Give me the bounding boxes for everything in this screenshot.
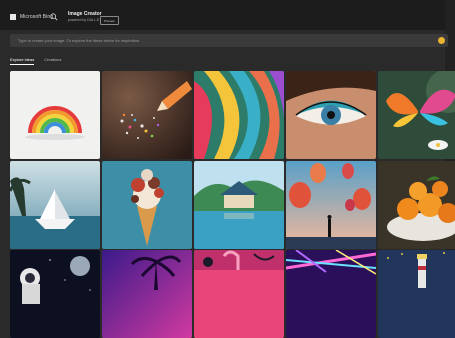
palm-sunset-image: [102, 250, 192, 338]
lake-house-image: [194, 161, 284, 249]
eye-makeup-image: [286, 71, 376, 159]
flamingo-image: [194, 250, 284, 338]
preview-badge: Preview: [100, 16, 119, 25]
brand[interactable]: Microsoft Bing: [10, 14, 53, 20]
gallery-image-paint-waves[interactable]: [194, 71, 284, 159]
top-bar: Microsoft Bing Image Creator powered by …: [0, 0, 455, 30]
astronaut-image: [10, 250, 100, 338]
boost-coin-icon[interactable]: [438, 37, 445, 44]
tab-explore-ideas[interactable]: Explore ideas: [10, 57, 35, 65]
gallery-image-flamingo[interactable]: [194, 250, 284, 338]
prompt-placeholder: Type to create your image. Or explore th…: [18, 38, 141, 43]
gallery-image-astronaut[interactable]: [10, 250, 100, 338]
tab-creations[interactable]: Creations: [44, 57, 61, 65]
ice-cream-image: [102, 161, 192, 249]
paper-boat-image: [10, 161, 100, 249]
app-title: Image Creator: [68, 11, 102, 17]
prompt-input[interactable]: Type to create your image. Or explore th…: [10, 34, 448, 47]
gallery-image-eye-makeup[interactable]: [286, 71, 376, 159]
gallery-image-lake-house[interactable]: [194, 161, 284, 249]
rainbow-image: [10, 71, 100, 159]
gallery-image-oranges[interactable]: [378, 161, 455, 249]
oranges-image: [378, 161, 455, 249]
brand-name: Microsoft Bing: [20, 14, 54, 20]
pencil-confetti-image: [102, 71, 192, 159]
neon-lights-image: [286, 250, 376, 338]
gallery-image-lighthouse[interactable]: [378, 250, 455, 338]
gallery-image-rainbow[interactable]: [10, 71, 100, 159]
gallery-image-butterfly[interactable]: [378, 71, 455, 159]
microsoft-logo-icon: [10, 14, 16, 20]
paint-waves-image: [194, 71, 284, 159]
gallery-tabs: Explore ideas Creations: [10, 57, 61, 65]
gallery-image-balloons[interactable]: [286, 161, 376, 249]
lighthouse-image: [378, 250, 455, 338]
search-icon[interactable]: [50, 13, 58, 21]
gallery-image-neon-lights[interactable]: [286, 250, 376, 338]
gallery-image-paper-boat[interactable]: [10, 161, 100, 249]
gallery-image-pencil-confetti[interactable]: [102, 71, 192, 159]
butterfly-image: [378, 71, 455, 159]
gallery-image-palm-sunset[interactable]: [102, 250, 192, 338]
app-subtitle: powered by DALL-E: [68, 18, 100, 22]
gallery-image-ice-cream[interactable]: [102, 161, 192, 249]
balloons-image: [286, 161, 376, 249]
app-title-block: Image Creator powered by DALL-E: [68, 11, 102, 22]
